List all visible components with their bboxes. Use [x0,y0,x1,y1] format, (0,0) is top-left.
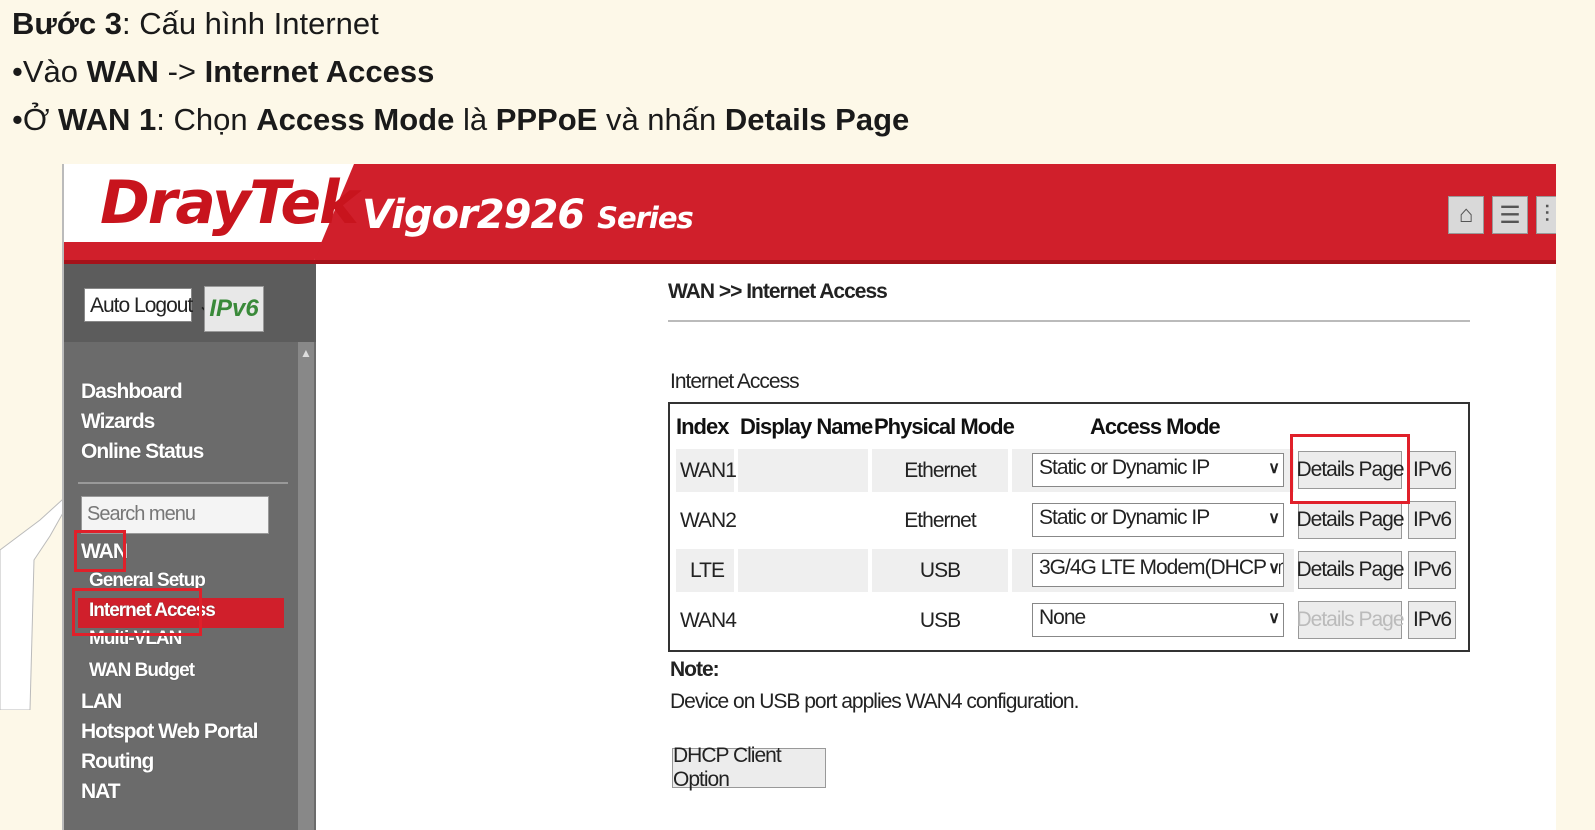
chevron-down-icon: ∨ [1268,558,1280,578]
row-display-name [738,449,868,492]
instr-bold: WAN [86,54,159,89]
row-index: WAN1 [676,449,737,492]
details-page-button-disabled: Details Page [1296,601,1405,639]
row-physical-mode: Ethernet [872,499,1008,542]
auto-logout-label: Auto Logout [90,294,193,317]
search-menu-input[interactable]: Search menu [81,496,269,534]
instr-text: và nhấn [597,102,725,137]
instr-text: •Ở [12,102,59,137]
access-mode-value: Static or Dynamic IP [1039,506,1210,529]
access-mode-select[interactable]: Static or Dynamic IP ∨ [1032,503,1284,537]
row-physical-mode: Ethernet [872,449,1008,492]
instruction-line-2: •Vào WAN -> Internet Access [12,52,434,92]
table-row: WAN4 USB None ∨ Details Page IPv6 [676,596,1460,644]
instr-text: là [454,102,496,137]
row-access-mode-cell: 3G/4G LTE Modem(DHCP mode)∨ [1012,549,1294,592]
col-index: Index [676,414,729,439]
list-icon[interactable]: ☰ [1492,196,1528,234]
col-display-name: Display Name [740,414,873,439]
row-display-name [738,599,868,642]
access-mode-value: None [1039,606,1086,629]
chevron-down-icon: ∨ [1268,460,1280,477]
sidebar-item-nat[interactable]: NAT [81,780,121,804]
sidebar-item-wan-budget[interactable]: WAN Budget [89,660,195,682]
row-physical-mode: USB [872,599,1008,642]
row-access-mode-cell: Static or Dynamic IP ∨ [1012,499,1294,542]
details-page-button[interactable]: Details Page [1296,501,1405,539]
note-body: Device on USB port applies WAN4 configur… [670,690,1079,713]
auto-logout-select[interactable]: Auto Logout ⌄ [84,288,215,322]
sidebar-divider [78,482,288,484]
details-page-highlight-box [1290,434,1410,504]
access-mode-select[interactable]: 3G/4G LTE Modem(DHCP mode)∨ [1032,553,1284,587]
instr-bold: Access Mode [256,102,455,137]
instr-text: : Chọn [156,102,257,137]
sidebar-item-online-status[interactable]: Online Status [81,440,204,464]
row-index: WAN4 [676,599,737,642]
wan-highlight-box [74,530,126,572]
chevron-down-icon: ∨ [1268,610,1280,627]
ipv6-button[interactable]: IPv6 [1408,551,1456,589]
sidebar: Auto Logout ⌄ IPv6 ▲ Dashboard Wizards O… [64,264,316,830]
row-physical-mode: USB [872,549,1008,592]
instruction-line-3: •Ở WAN 1: Chọn Access Mode là PPPoE và n… [12,100,909,140]
note-title: Note: [670,658,720,681]
chevron-down-icon: ∨ [1268,510,1280,527]
row-access-mode-cell: None ∨ [1012,599,1294,642]
sidebar-scrollbar[interactable]: ▲ [298,342,314,830]
row-display-name [738,549,868,592]
row-index: LTE [676,549,734,592]
product-title: Vigor2926 Series [362,192,694,238]
main-content: WAN >> Internet Access Internet Access I… [316,264,1556,830]
dhcp-client-option-button[interactable]: DHCP Client Option [672,744,826,791]
details-page-button[interactable]: Details Page [1296,551,1405,589]
row-access-mode-cell: Static or Dynamic IP ∨ [1012,449,1294,492]
instr-bold: Internet Access [204,54,435,89]
instr-bold: WAN 1 [58,102,157,137]
col-physical-mode: Physical Mode [874,414,1015,439]
ipv6-button[interactable]: IPv6 [1408,601,1456,639]
access-mode-select[interactable]: None ∨ [1032,603,1284,637]
access-mode-value: Static or Dynamic IP [1039,456,1210,479]
breadcrumb-divider [668,320,1470,322]
row-index: WAN2 [676,499,737,542]
col-access-mode: Access Mode [1090,414,1221,439]
step-text: : Cấu hình Internet [121,6,379,41]
sidebar-item-wizards[interactable]: Wizards [81,410,155,434]
step-label: Bước 3 [12,6,122,41]
instr-bold: PPPoE [495,102,598,137]
ipv6-logo: IPv6 [204,286,264,332]
instr-bold: Details Page [724,102,910,137]
instruction-line-1: Bước 3: Cấu hình Internet [12,4,379,44]
sidebar-item-hotspot[interactable]: Hotspot Web Portal [81,720,258,744]
sidebar-item-lan[interactable]: LAN [81,690,122,714]
product-model: Vigor2926 [362,192,585,238]
draytek-logo: DrayTek [100,168,359,238]
presenter-figure [0,480,69,710]
access-mode-select[interactable]: Static or Dynamic IP ∨ [1032,453,1284,487]
ipv6-button[interactable]: IPv6 [1408,451,1456,489]
internet-access-highlight-box [72,588,202,636]
router-admin-screenshot: DrayTek Vigor2926 Series ⌂ ☰ ⫶ Auto Logo… [62,164,1556,830]
row-display-name [738,499,868,542]
section-title: Internet Access [670,370,800,393]
home-icon[interactable]: ⌂ [1448,196,1484,234]
settings-sliders-icon[interactable]: ⫶ [1536,196,1556,234]
instr-text: •Vào [12,54,87,89]
sidebar-item-routing[interactable]: Routing [81,750,154,774]
access-mode-value: 3G/4G LTE Modem(DHCP mode) [1039,556,1283,579]
sidebar-item-dashboard[interactable]: Dashboard [81,380,183,404]
ipv6-button[interactable]: IPv6 [1408,501,1456,539]
top-icons: ⌂ ☰ ⫶ [1448,196,1556,234]
scroll-up-icon[interactable]: ▲ [298,346,314,362]
header-banner: DrayTek Vigor2926 Series ⌂ ☰ ⫶ [64,164,1556,264]
instr-text: -> [158,54,205,89]
breadcrumb: WAN >> Internet Access [668,280,888,303]
table-row: LTE USB 3G/4G LTE Modem(DHCP mode)∨ Deta… [676,546,1460,594]
product-suffix: Series [597,201,694,235]
